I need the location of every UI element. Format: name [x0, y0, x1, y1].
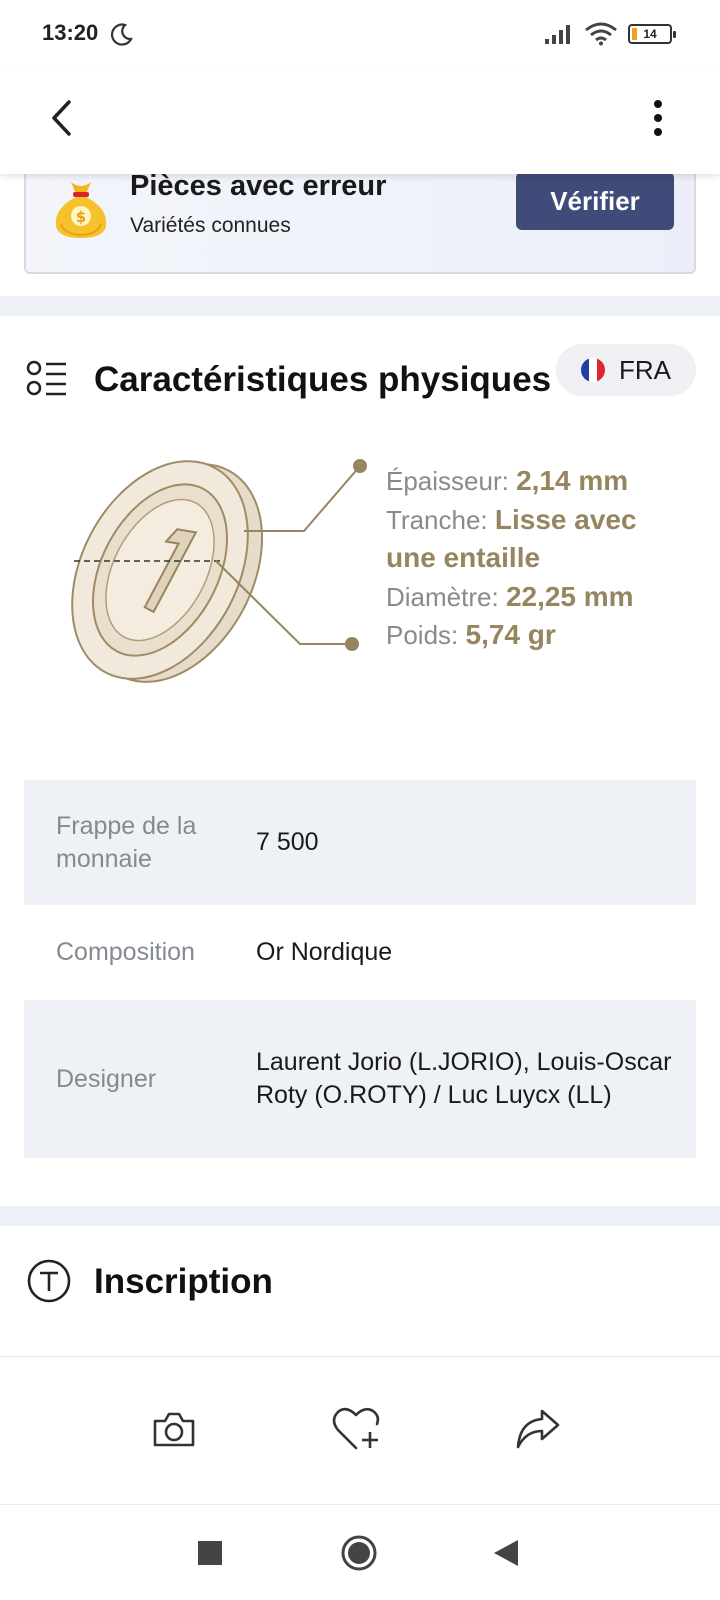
- weight-label: Poids:: [386, 620, 459, 650]
- battery-level: 14: [643, 27, 657, 41]
- table-row: Designer Laurent Jorio (L.JORIO), Louis-…: [24, 1000, 696, 1158]
- status-icons: 14: [544, 22, 676, 46]
- diameter-label: Diamètre:: [386, 581, 499, 612]
- back-triangle-icon: [494, 1540, 518, 1566]
- weight-value: 5,74 gr: [465, 619, 556, 650]
- thickness-label: Épaisseur:: [386, 466, 509, 496]
- coin-illustration: [71, 459, 367, 683]
- home-button[interactable]: [339, 1533, 379, 1573]
- thickness-value: 2,14 mm: [516, 465, 629, 496]
- moon-icon: [110, 23, 133, 46]
- chevron-left-icon: [52, 100, 71, 136]
- more-vert-icon: [654, 100, 662, 136]
- more-options-button[interactable]: [638, 90, 678, 146]
- row-value: 7 500: [256, 828, 319, 856]
- section-divider: [0, 296, 720, 316]
- share-button[interactable]: [510, 1401, 566, 1457]
- signal-icon: [545, 25, 570, 44]
- svg-text:$: $: [76, 208, 86, 226]
- language-selector[interactable]: FRA: [556, 344, 696, 396]
- error-banner-subtitle: Variétés connues: [130, 214, 291, 237]
- share-icon: [516, 1409, 560, 1449]
- physical-characteristics-title: Caractéristiques physiques: [94, 360, 552, 399]
- coin-specs: Épaisseur: 2,14 mm Tranche: Lisse avec u…: [386, 462, 676, 655]
- section-divider: [0, 1206, 720, 1226]
- add-favorite-button[interactable]: [330, 1401, 386, 1457]
- physical-characteristics-header: Caractéristiques physiques FRA: [0, 344, 720, 414]
- camera-button[interactable]: [146, 1401, 202, 1457]
- system-back-button[interactable]: [486, 1533, 526, 1573]
- language-code: FRA: [619, 354, 671, 385]
- table-row: Composition Or Nordique: [24, 905, 696, 1000]
- text-circle-icon: [27, 1259, 71, 1303]
- inscription-header[interactable]: Inscription: [0, 1246, 720, 1316]
- list-icon: [26, 360, 66, 396]
- status-time: 13:20: [42, 20, 99, 45]
- recents-square-icon: [198, 1541, 222, 1565]
- inscription-title: Inscription: [94, 1262, 273, 1301]
- money-bag-icon: $: [55, 182, 107, 238]
- table-row: Frappe de la monnaie 7 500: [24, 780, 696, 905]
- row-label: Frappe de la monnaie: [56, 811, 197, 873]
- details-table: Frappe de la monnaie 7 500 Composition O…: [24, 780, 696, 1158]
- camera-icon: [153, 1412, 195, 1447]
- home-circle-icon: [341, 1535, 377, 1571]
- wifi-icon: [585, 22, 617, 46]
- battery-icon: 14: [628, 24, 676, 44]
- row-label: Composition: [56, 938, 195, 966]
- coin-dimensions-diagram: Épaisseur: 2,14 mm Tranche: Lisse avec u…: [40, 440, 700, 710]
- row-label: Designer: [56, 1064, 157, 1093]
- row-value: Or Nordique: [256, 938, 393, 966]
- bottom-action-bar: [0, 1356, 720, 1504]
- row-value: Laurent Jorio (L.JORIO), Louis-Oscar Rot…: [256, 1048, 672, 1109]
- battery-fill: [632, 28, 637, 40]
- edge-label: Tranche:: [386, 504, 488, 535]
- diameter-value: 22,25 mm: [505, 580, 634, 612]
- back-button[interactable]: [34, 90, 90, 146]
- recents-button[interactable]: [190, 1533, 230, 1573]
- verify-button[interactable]: Vérifier: [516, 172, 674, 230]
- error-banner-title: Pièces avec erreur: [130, 170, 387, 202]
- france-flag-icon: [581, 358, 605, 382]
- status-bar: 13:20 14: [0, 0, 720, 70]
- heart-plus-icon: [332, 1407, 380, 1450]
- top-app-bar: [0, 70, 720, 174]
- system-navigation-bar: [0, 1504, 720, 1600]
